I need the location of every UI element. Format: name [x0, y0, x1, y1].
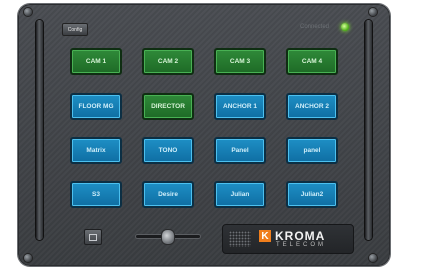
volume-slider-thumb[interactable] [161, 229, 175, 245]
key-button-julian[interactable]: Julian [214, 181, 266, 208]
key-button-s3[interactable]: S3 [70, 181, 122, 208]
key-button-panel[interactable]: Panel [214, 137, 266, 164]
key-button-julian2[interactable]: Julian2 [286, 181, 338, 208]
screw-icon [24, 254, 32, 262]
config-button[interactable]: Config [62, 23, 88, 36]
key-button-tono[interactable]: TONO [142, 137, 194, 164]
brand-name: KROMA [275, 229, 326, 243]
key-button-matrix[interactable]: Matrix [70, 137, 122, 164]
key-button-director[interactable]: DIRECTOR [142, 93, 194, 120]
status-led-icon [341, 23, 349, 31]
screw-icon [24, 8, 32, 16]
brand-subtitle: TELECOM [276, 242, 327, 248]
key-button-desire[interactable]: Desire [142, 181, 194, 208]
kroma-logo-icon: K [259, 230, 271, 242]
key-button-cam-3[interactable]: CAM 3 [214, 48, 266, 75]
square-icon [89, 233, 97, 241]
connection-status: Connected [300, 24, 330, 30]
speaker-grille-icon [229, 231, 251, 247]
key-button-floor-mg[interactable]: FLOOR MG [70, 93, 122, 120]
key-button-cam-1[interactable]: CAM 1 [70, 48, 122, 75]
brand-panel: K KROMA TELECOM [222, 224, 354, 254]
key-grid: CAM 1 CAM 2 CAM 3 CAM 4 FLOOR MG DIRECTO… [70, 48, 338, 214]
key-button-cam-4[interactable]: CAM 4 [286, 48, 338, 75]
key-button-cam-2[interactable]: CAM 2 [142, 48, 194, 75]
screw-icon [369, 8, 377, 16]
right-rack-handle [365, 20, 372, 240]
key-button-panel-lower[interactable]: panel [286, 137, 338, 164]
left-rack-handle [36, 20, 43, 240]
key-button-anchor-1[interactable]: ANCHOR 1 [214, 93, 266, 120]
screw-icon [369, 254, 377, 262]
key-button-anchor-2[interactable]: ANCHOR 2 [286, 93, 338, 120]
page-toggle-button[interactable] [84, 229, 102, 245]
